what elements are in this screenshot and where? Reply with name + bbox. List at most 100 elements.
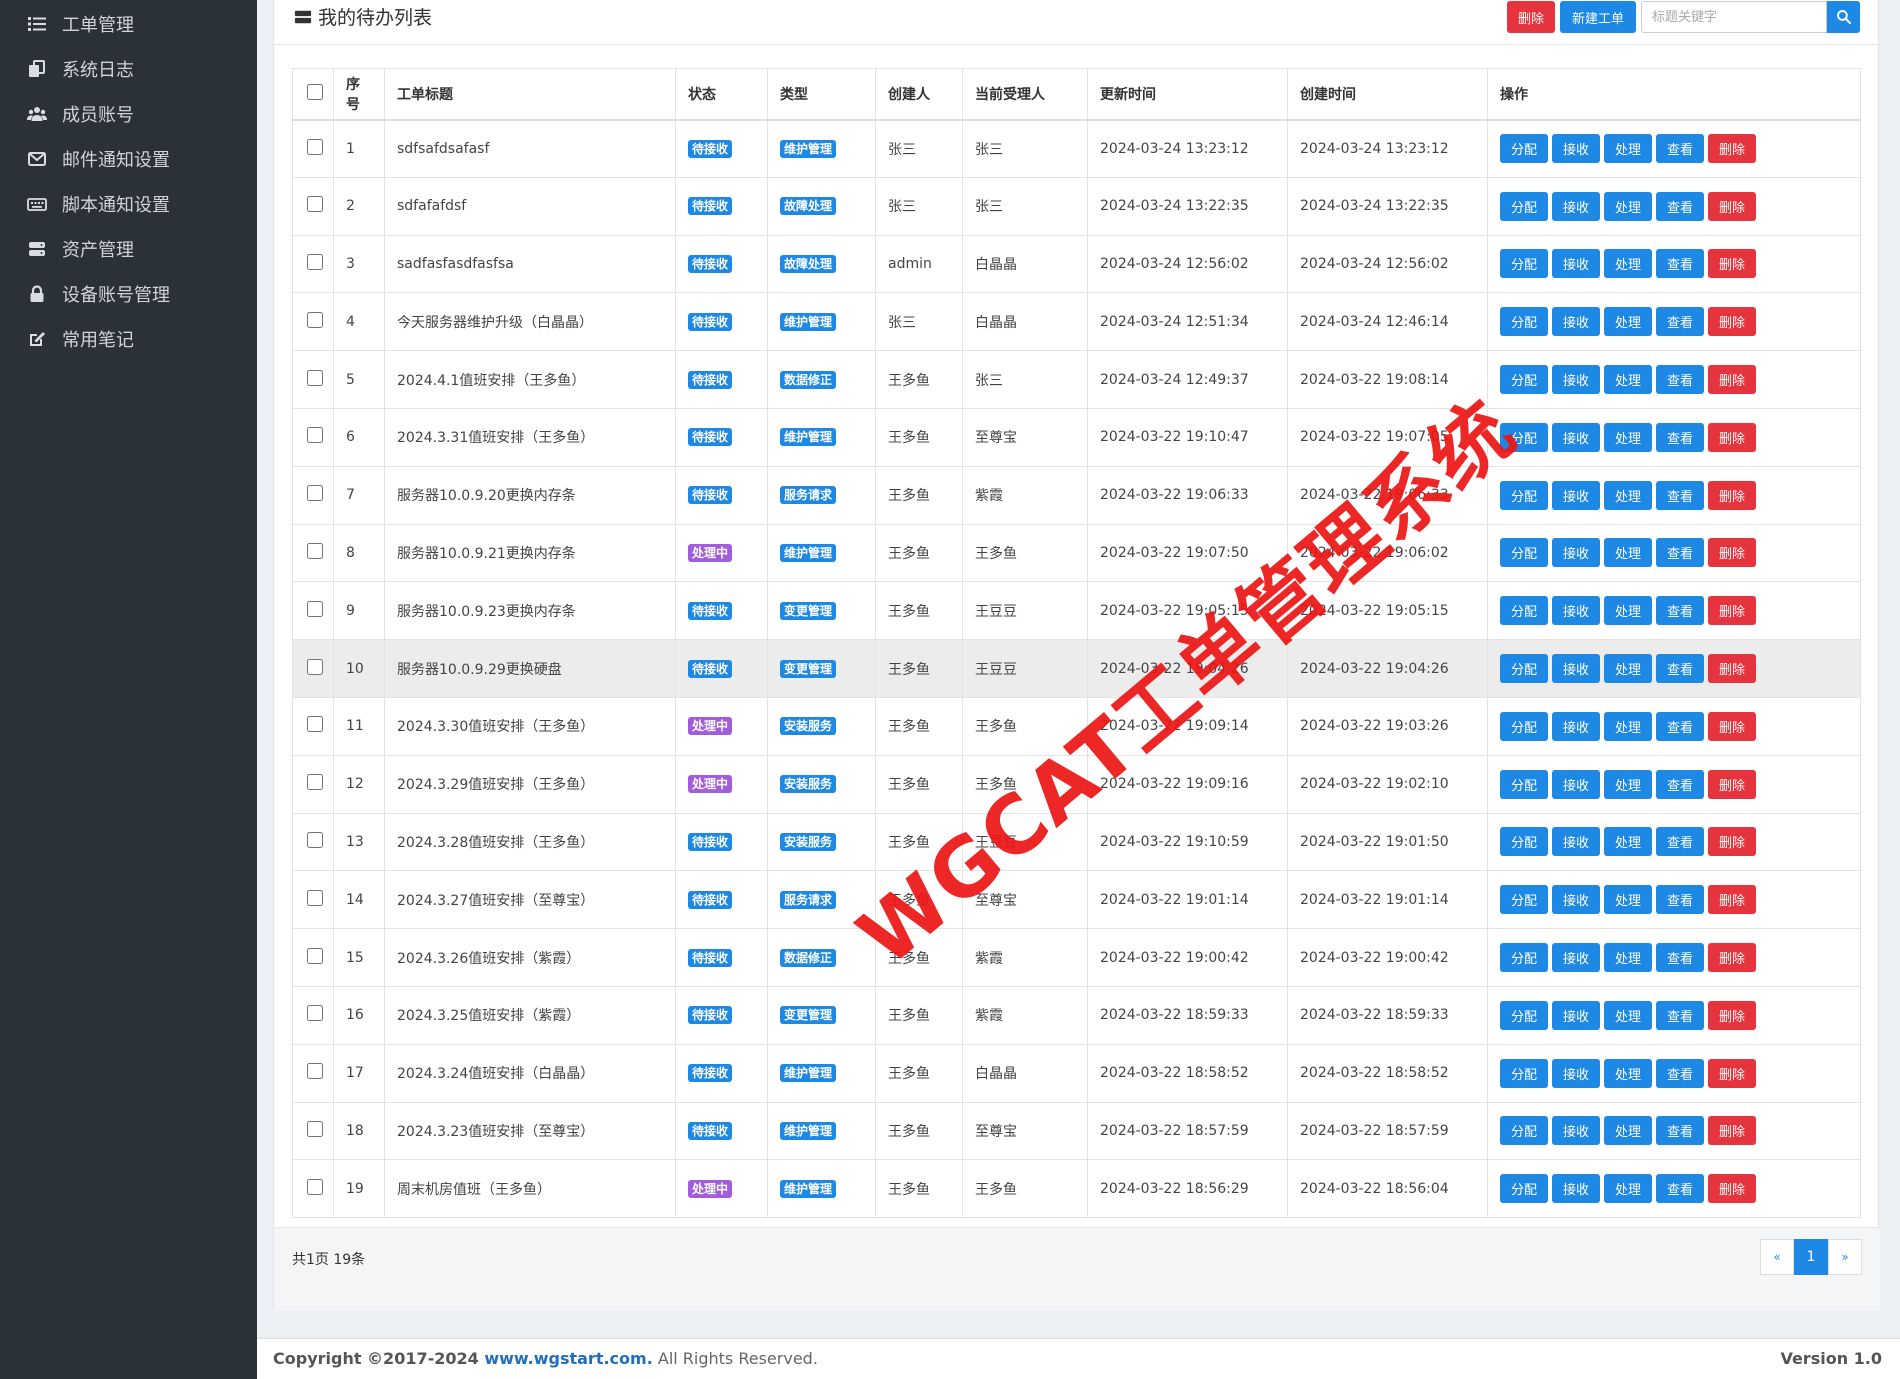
table-row[interactable]: 16 2024.3.25值班安排（紫霞） 待接收 变更管理 王多鱼 紫霞 2024-03-2… [292, 985, 1861, 1045]
row-checkbox[interactable] [307, 253, 323, 270]
process-button[interactable]: 处理 [1604, 1174, 1652, 1204]
delete-button[interactable]: 删除 [1708, 249, 1756, 279]
accept-button[interactable]: 接收 [1552, 480, 1600, 510]
row-checkbox[interactable] [307, 947, 323, 964]
sidebar-item-6[interactable]: 设备账号管理 [0, 271, 257, 316]
view-button[interactable]: 查看 [1656, 1000, 1704, 1030]
view-button[interactable]: 查看 [1656, 1116, 1704, 1146]
process-button[interactable]: 处理 [1604, 1000, 1652, 1030]
accept-button[interactable]: 接收 [1552, 365, 1600, 395]
process-button[interactable]: 处理 [1604, 885, 1652, 915]
assign-button[interactable]: 分配 [1500, 596, 1548, 626]
assign-button[interactable]: 分配 [1500, 134, 1548, 164]
site-link[interactable]: www.wgstart.com. [484, 1349, 652, 1368]
delete-button[interactable]: 删除 [1708, 711, 1756, 741]
row-checkbox[interactable] [307, 774, 323, 791]
view-button[interactable]: 查看 [1656, 711, 1704, 741]
accept-button[interactable]: 接收 [1552, 249, 1600, 279]
table-row[interactable]: 10 服务器10.0.9.29更换硬盘 待接收 变更管理 王多鱼 王豆豆 2024-03-2… [292, 639, 1861, 698]
table-row[interactable]: 9 服务器10.0.9.23更换内存条 待接收 变更管理 王多鱼 王豆豆 2024-03-2… [292, 581, 1861, 641]
delete-button[interactable]: 删除 [1708, 769, 1756, 799]
row-checkbox[interactable] [307, 369, 323, 386]
accept-button[interactable]: 接收 [1552, 654, 1600, 684]
accept-button[interactable]: 接收 [1552, 596, 1600, 626]
view-button[interactable]: 查看 [1656, 885, 1704, 915]
view-button[interactable]: 查看 [1656, 134, 1704, 164]
view-button[interactable]: 查看 [1656, 422, 1704, 452]
table-row[interactable]: 11 2024.3.30值班安排（王多鱼） 处理中 安装服务 王多鱼 王多鱼 2024-03… [292, 696, 1861, 756]
table-row[interactable]: 1 sdfsafdsafasf 待接收 维护管理 张三 张三 2024-03-24 13:2… [292, 119, 1861, 178]
table-row[interactable]: 19 周末机房值班（王多鱼） 处理中 维护管理 王多鱼 王多鱼 2024-03-22 18:… [292, 1159, 1861, 1219]
assign-button[interactable]: 分配 [1500, 827, 1548, 857]
new-ticket-button[interactable]: 新建工单 [1560, 1, 1636, 33]
accept-button[interactable]: 接收 [1552, 1174, 1600, 1204]
view-button[interactable]: 查看 [1656, 827, 1704, 857]
view-button[interactable]: 查看 [1656, 596, 1704, 626]
accept-button[interactable]: 接收 [1552, 307, 1600, 337]
table-row[interactable]: 17 2024.3.24值班安排（白晶晶） 待接收 维护管理 王多鱼 白晶晶 2024-03… [292, 1043, 1861, 1103]
assign-button[interactable]: 分配 [1500, 769, 1548, 799]
table-row[interactable]: 3 sadfasfasdfasfsa 待接收 故障处理 admin 白晶晶 2024-03-… [292, 234, 1861, 294]
view-button[interactable]: 查看 [1656, 480, 1704, 510]
row-checkbox[interactable] [307, 427, 323, 444]
delete-button[interactable]: 删除 [1708, 480, 1756, 510]
view-button[interactable]: 查看 [1656, 1058, 1704, 1088]
sidebar-item-2[interactable]: 成员账号 [0, 91, 257, 136]
batch-delete-button[interactable]: 删除 [1507, 1, 1555, 33]
assign-button[interactable]: 分配 [1500, 654, 1548, 684]
sidebar-item-5[interactable]: 资产管理 [0, 226, 257, 271]
assign-button[interactable]: 分配 [1500, 1000, 1548, 1030]
row-checkbox[interactable] [307, 1063, 323, 1080]
accept-button[interactable]: 接收 [1552, 134, 1600, 164]
delete-button[interactable]: 删除 [1708, 885, 1756, 915]
row-checkbox[interactable] [307, 658, 323, 675]
process-button[interactable]: 处理 [1604, 480, 1652, 510]
row-checkbox[interactable] [307, 889, 323, 906]
delete-button[interactable]: 删除 [1708, 307, 1756, 337]
accept-button[interactable]: 接收 [1552, 538, 1600, 568]
row-checkbox[interactable] [307, 196, 323, 213]
delete-button[interactable]: 删除 [1708, 654, 1756, 684]
view-button[interactable]: 查看 [1656, 307, 1704, 337]
view-button[interactable]: 查看 [1656, 769, 1704, 799]
assign-button[interactable]: 分配 [1500, 1116, 1548, 1146]
view-button[interactable]: 查看 [1656, 191, 1704, 221]
table-row[interactable]: 2 sdfafafdsf 待接收 故障处理 张三 张三 2024-03-24 13:22:3… [292, 176, 1861, 236]
view-button[interactable]: 查看 [1656, 249, 1704, 279]
assign-button[interactable]: 分配 [1500, 191, 1548, 221]
row-checkbox[interactable] [307, 1120, 323, 1137]
sidebar-item-1[interactable]: 系统日志 [0, 46, 257, 91]
process-button[interactable]: 处理 [1604, 654, 1652, 684]
accept-button[interactable]: 接收 [1552, 943, 1600, 973]
next-page-button[interactable]: » [1828, 1239, 1862, 1275]
sidebar-item-4[interactable]: 脚本通知设置 [0, 181, 257, 226]
sidebar-item-7[interactable]: 常用笔记 [0, 316, 257, 361]
row-checkbox[interactable] [307, 600, 323, 617]
table-row[interactable]: 13 2024.3.28值班安排（王多鱼） 待接收 安装服务 王多鱼 王豆豆 2024-03… [292, 812, 1861, 872]
view-button[interactable]: 查看 [1656, 538, 1704, 568]
assign-button[interactable]: 分配 [1500, 885, 1548, 915]
process-button[interactable]: 处理 [1604, 365, 1652, 395]
delete-button[interactable]: 删除 [1708, 1058, 1756, 1088]
accept-button[interactable]: 接收 [1552, 827, 1600, 857]
accept-button[interactable]: 接收 [1552, 1000, 1600, 1030]
select-all-checkbox[interactable] [307, 83, 323, 100]
view-button[interactable]: 查看 [1656, 654, 1704, 684]
process-button[interactable]: 处理 [1604, 191, 1652, 221]
delete-button[interactable]: 删除 [1708, 1116, 1756, 1146]
accept-button[interactable]: 接收 [1552, 191, 1600, 221]
delete-button[interactable]: 删除 [1708, 538, 1756, 568]
delete-button[interactable]: 删除 [1708, 596, 1756, 626]
delete-button[interactable]: 删除 [1708, 943, 1756, 973]
accept-button[interactable]: 接收 [1552, 1058, 1600, 1088]
assign-button[interactable]: 分配 [1500, 1058, 1548, 1088]
process-button[interactable]: 处理 [1604, 134, 1652, 164]
process-button[interactable]: 处理 [1604, 943, 1652, 973]
delete-button[interactable]: 删除 [1708, 827, 1756, 857]
assign-button[interactable]: 分配 [1500, 422, 1548, 452]
process-button[interactable]: 处理 [1604, 1058, 1652, 1088]
table-row[interactable]: 18 2024.3.23值班安排（至尊宝） 待接收 维护管理 王多鱼 至尊宝 2024-03… [292, 1101, 1861, 1161]
view-button[interactable]: 查看 [1656, 1174, 1704, 1204]
assign-button[interactable]: 分配 [1500, 480, 1548, 510]
table-row[interactable]: 8 服务器10.0.9.21更换内存条 处理中 维护管理 王多鱼 王多鱼 2024-03-2… [292, 523, 1861, 583]
